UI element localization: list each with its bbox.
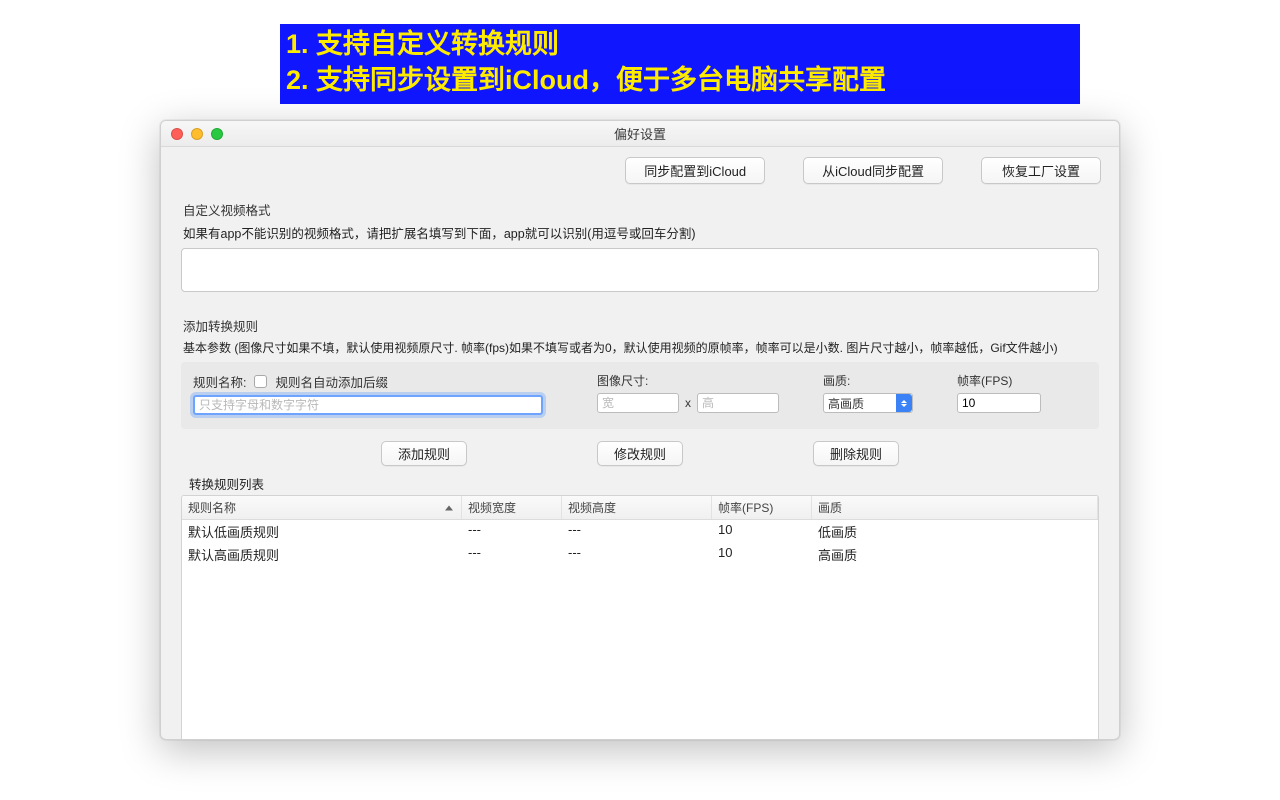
- close-icon[interactable]: [171, 128, 183, 140]
- feature-banner: 1. 支持自定义转换规则 2. 支持同步设置到iCloud，便于多台电脑共享配置: [280, 24, 1080, 104]
- delete-rule-button[interactable]: 删除规则: [813, 441, 899, 466]
- modify-rule-button[interactable]: 修改规则: [597, 441, 683, 466]
- preferences-window: 偏好设置 同步配置到iCloud 从iCloud同步配置 恢复工厂设置 自定义视…: [160, 120, 1120, 740]
- add-rule-button[interactable]: 添加规则: [381, 441, 467, 466]
- th-fps[interactable]: 帧率(FPS): [712, 496, 812, 519]
- minimize-icon[interactable]: [191, 128, 203, 140]
- cell-quality: 低画质: [812, 521, 1098, 542]
- quality-value: 高画质: [828, 395, 864, 412]
- th-name[interactable]: 规则名称: [182, 496, 462, 519]
- auto-suffix-label: 规则名自动添加后缀: [275, 372, 388, 391]
- x-separator: x: [685, 396, 691, 410]
- restore-factory-button[interactable]: 恢复工厂设置: [981, 157, 1101, 184]
- cell-name: 默认低画质规则: [182, 521, 462, 542]
- fps-input[interactable]: [957, 393, 1041, 413]
- cell-quality: 高画质: [812, 544, 1098, 565]
- custom-format-input[interactable]: [181, 248, 1099, 292]
- titlebar: 偏好设置: [161, 121, 1119, 147]
- chevron-updown-icon: [896, 394, 912, 412]
- cell-width: ---: [462, 544, 562, 565]
- custom-format-hint: 如果有app不能识别的视频格式，请把扩展名填写到下面，app就可以识别(用逗号或…: [183, 223, 1099, 242]
- sync-from-icloud-button[interactable]: 从iCloud同步配置: [803, 157, 943, 184]
- add-rule-panel: 规则名称: 规则名自动添加后缀 图像尺寸: x: [181, 362, 1099, 429]
- width-input[interactable]: [597, 393, 679, 413]
- quality-label: 画质:: [823, 372, 913, 389]
- rule-name-input[interactable]: [193, 395, 543, 415]
- th-height[interactable]: 视频高度: [562, 496, 712, 519]
- rule-name-label: 规则名称:: [193, 372, 246, 391]
- custom-format-label: 自定义视频格式: [183, 200, 1099, 219]
- image-size-label: 图像尺寸:: [597, 372, 779, 389]
- cell-height: ---: [562, 521, 712, 542]
- th-quality[interactable]: 画质: [812, 496, 1098, 519]
- cell-name: 默认高画质规则: [182, 544, 462, 565]
- table-body: 默认低画质规则 --- --- 10 低画质 默认高画质规则 --- --- 1…: [182, 520, 1098, 566]
- rule-actions: 添加规则 修改规则 删除规则: [181, 441, 1099, 466]
- rule-table: 规则名称 视频宽度 视频高度 帧率(FPS) 画质 默认低画质规则 --- --…: [181, 495, 1099, 740]
- cell-fps: 10: [712, 544, 812, 565]
- quality-select[interactable]: 高画质: [823, 393, 913, 413]
- sync-to-icloud-button[interactable]: 同步配置到iCloud: [625, 157, 765, 184]
- rule-list-label: 转换规则列表: [189, 474, 1099, 493]
- fps-label: 帧率(FPS): [957, 372, 1041, 389]
- zoom-icon[interactable]: [211, 128, 223, 140]
- toolbar: 同步配置到iCloud 从iCloud同步配置 恢复工厂设置: [161, 147, 1119, 190]
- cell-fps: 10: [712, 521, 812, 542]
- table-row[interactable]: 默认高画质规则 --- --- 10 高画质: [182, 543, 1098, 566]
- cell-width: ---: [462, 521, 562, 542]
- th-width[interactable]: 视频宽度: [462, 496, 562, 519]
- table-row[interactable]: 默认低画质规则 --- --- 10 低画质: [182, 520, 1098, 543]
- window-controls: [161, 128, 223, 140]
- cell-height: ---: [562, 544, 712, 565]
- add-rule-title: 添加转换规则: [183, 316, 1099, 335]
- add-rule-desc: 基本参数 (图像尺寸如果不填，默认使用视频原尺寸. 帧率(fps)如果不填写或者…: [183, 339, 1099, 356]
- banner-line-2: 2. 支持同步设置到iCloud，便于多台电脑共享配置: [286, 62, 1074, 98]
- banner-line-1: 1. 支持自定义转换规则: [286, 26, 1074, 62]
- window-title: 偏好设置: [161, 124, 1119, 143]
- height-input[interactable]: [697, 393, 779, 413]
- auto-suffix-checkbox[interactable]: [254, 375, 267, 388]
- table-header: 规则名称 视频宽度 视频高度 帧率(FPS) 画质: [182, 496, 1098, 520]
